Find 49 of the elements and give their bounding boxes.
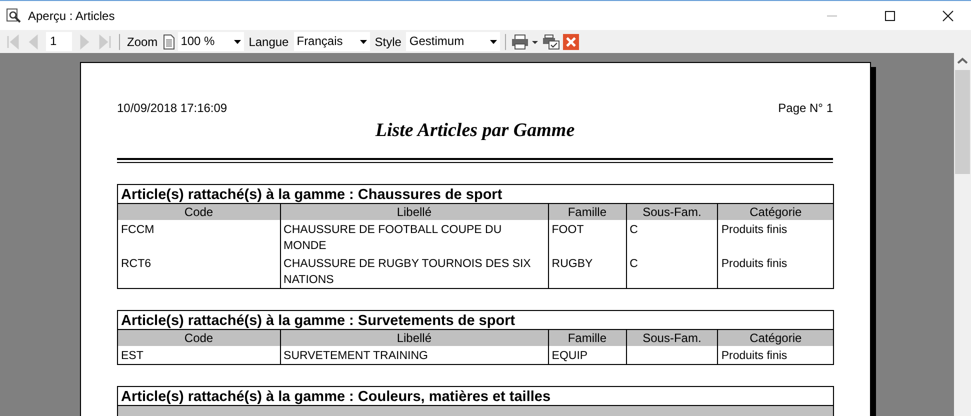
caret-icon[interactable] <box>490 40 498 44</box>
column-header: Catégorie <box>748 204 803 220</box>
caret-icon[interactable] <box>360 40 367 44</box>
style-dropdown[interactable]: Gestimum <box>406 32 500 51</box>
print-setup-icon[interactable] <box>542 34 560 50</box>
close-preview-icon[interactable] <box>563 34 580 50</box>
preview-icon <box>6 8 22 24</box>
zoom-label: Zoom <box>126 34 159 48</box>
table-cell: Produits finis <box>721 350 788 362</box>
column-header: Libellé <box>280 204 549 220</box>
table-cell: RCT6 <box>121 258 152 270</box>
language-label: Langue <box>248 34 290 48</box>
document-icon <box>162 34 175 50</box>
column-header: Sous-Fam. <box>626 330 718 346</box>
maximize-icon[interactable] <box>884 10 896 22</box>
table-cell: EQUIP <box>552 350 588 362</box>
column-header: Libellé <box>280 330 549 346</box>
group-title: Article(s) rattaché(s) à la gamme : Chaussures de sport <box>117 184 834 204</box>
table-cell: Produits finis <box>721 224 788 236</box>
table-cell: Produits finis <box>721 258 788 270</box>
page-number: Page N° 1 <box>778 101 833 115</box>
table-cell: C <box>630 258 638 270</box>
table-cell: C <box>630 224 638 236</box>
caret-icon[interactable] <box>234 40 241 44</box>
column-header: Famille <box>548 204 627 220</box>
table-cell: SURVETEMENT TRAINING <box>284 350 428 362</box>
column-header: Catégorie <box>748 330 803 346</box>
page-number-field[interactable]: 1 <box>46 32 72 51</box>
print-icon[interactable] <box>511 34 540 50</box>
column-header: Famille <box>548 330 627 346</box>
zoom-dropdown[interactable]: 100 % <box>178 32 244 51</box>
table-cell: FOOT <box>552 224 584 236</box>
window-title: Aperçu : Articles <box>28 8 115 22</box>
report-timestamp: 10/09/2018 17:16:09 <box>117 101 228 115</box>
group-title: Article(s) rattaché(s) à la gamme : Survetements de sport <box>117 310 834 330</box>
language-dropdown[interactable]: Français <box>294 32 370 51</box>
group-title: Article(s) rattaché(s) à la gamme : Couleurs, matières et tailles <box>117 386 834 406</box>
column-header: Code <box>118 204 281 220</box>
table-cell: RUGBY <box>552 258 593 270</box>
table-cell: CHAUSSURE DE RUGBY TOURNOIS DES SIX NATIONS <box>284 258 531 286</box>
scrollbar-thumb[interactable] <box>955 70 970 174</box>
column-header: Sous-Fam. <box>626 204 718 220</box>
close-icon[interactable] <box>942 10 954 22</box>
report-title: Liste Articles par Gamme <box>374 120 576 142</box>
table-cell: CHAUSSURE DE FOOTBALL COUPE DU MONDE <box>284 224 502 252</box>
table-cell: FCCM <box>121 224 154 236</box>
style-label: Style <box>374 34 402 48</box>
column-header: Code <box>118 330 281 346</box>
table-cell: EST <box>121 350 144 362</box>
